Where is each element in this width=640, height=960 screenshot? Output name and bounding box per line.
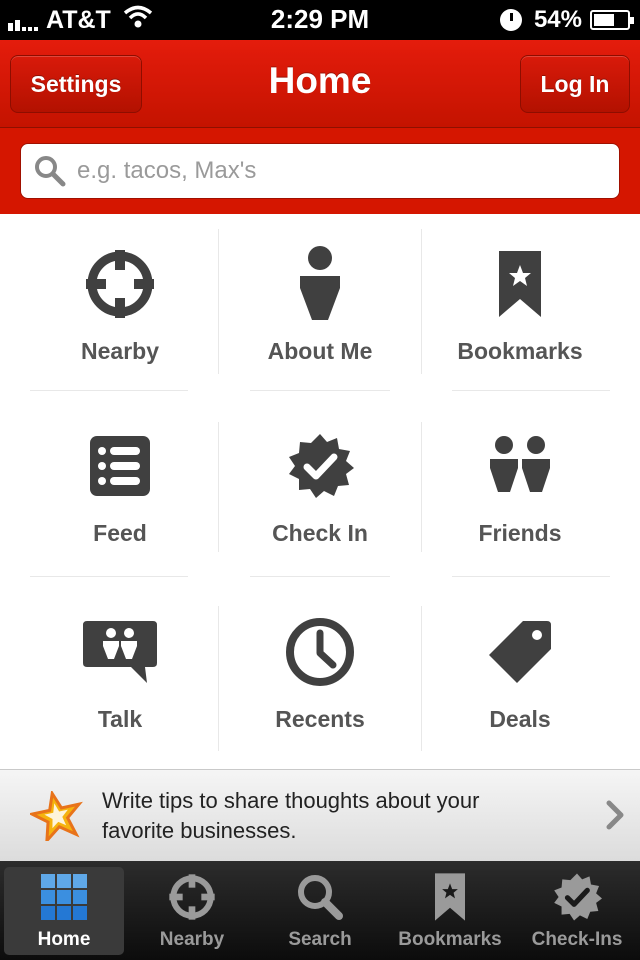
search-box[interactable] bbox=[20, 143, 620, 199]
talk-bubble-icon bbox=[81, 612, 159, 692]
grid-item-label: Nearby bbox=[81, 338, 159, 364]
divider bbox=[250, 576, 390, 577]
nav-bar: Settings Home Log In bbox=[0, 40, 640, 128]
search-icon bbox=[295, 867, 345, 927]
tab-bar: Home Nearby Search Bookmarks Check-Ins bbox=[0, 861, 640, 960]
grid-item-label: Deals bbox=[489, 706, 551, 732]
bookmark-icon bbox=[433, 867, 467, 927]
divider bbox=[30, 576, 188, 577]
tab-label: Search bbox=[288, 929, 352, 950]
clock-icon bbox=[285, 612, 355, 692]
search-input[interactable] bbox=[77, 157, 577, 185]
home-grid: Nearby About Me Bookmarks Feed Check In … bbox=[0, 214, 640, 769]
list-icon bbox=[89, 426, 151, 506]
status-right: 54% bbox=[499, 5, 634, 35]
crosshair-icon bbox=[84, 244, 156, 324]
crosshair-icon bbox=[168, 867, 216, 927]
tab-bookmarks[interactable]: Bookmarks bbox=[388, 867, 512, 955]
divider bbox=[30, 390, 188, 391]
tab-label: Nearby bbox=[159, 929, 225, 950]
grid-item-about-me[interactable]: About Me bbox=[220, 244, 420, 365]
grid-item-label: Friends bbox=[478, 520, 562, 546]
person-icon bbox=[298, 244, 342, 324]
divider bbox=[452, 576, 610, 577]
grid-item-check-in[interactable]: Check In bbox=[220, 426, 420, 547]
battery-percent: 54% bbox=[533, 6, 582, 33]
grid-item-nearby[interactable]: Nearby bbox=[20, 244, 220, 365]
chevron-right-icon bbox=[606, 800, 624, 830]
tab-check-ins[interactable]: Check-Ins bbox=[516, 867, 638, 955]
grid-item-label: Feed bbox=[93, 520, 147, 546]
grid-item-feed[interactable]: Feed bbox=[20, 426, 220, 547]
battery-icon bbox=[590, 10, 634, 30]
tab-home[interactable]: Home bbox=[4, 867, 124, 955]
grid-icon bbox=[40, 867, 88, 927]
tab-search[interactable]: Search bbox=[258, 867, 382, 955]
bookmark-icon bbox=[497, 244, 543, 324]
tip-text: Write tips to share thoughts about your … bbox=[102, 787, 480, 843]
divider bbox=[452, 390, 610, 391]
alarm-icon bbox=[499, 9, 522, 31]
tab-label: Bookmarks bbox=[398, 929, 502, 950]
search-icon bbox=[33, 154, 67, 188]
friends-icon bbox=[488, 426, 552, 506]
tip-banner[interactable]: Write tips to share thoughts about your … bbox=[0, 769, 640, 861]
grid-item-friends[interactable]: Friends bbox=[420, 426, 620, 547]
page-title: Home bbox=[268, 60, 372, 101]
checkin-badge-icon bbox=[552, 867, 602, 927]
settings-button[interactable]: Settings bbox=[10, 55, 142, 113]
grid-item-label: Check In bbox=[272, 520, 368, 546]
grid-item-deals[interactable]: Deals bbox=[420, 612, 620, 733]
grid-item-label: Recents bbox=[275, 706, 365, 732]
grid-item-recents[interactable]: Recents bbox=[220, 612, 420, 733]
tab-nearby[interactable]: Nearby bbox=[130, 867, 254, 955]
grid-item-talk[interactable]: Talk bbox=[20, 612, 220, 733]
login-button[interactable]: Log In bbox=[520, 55, 630, 113]
status-bar: AT&T 2:29 PM 54% bbox=[0, 0, 640, 40]
tag-icon bbox=[487, 612, 553, 692]
grid-item-label: About Me bbox=[267, 338, 373, 364]
divider bbox=[250, 390, 390, 391]
grid-item-label: Talk bbox=[97, 706, 143, 732]
tab-label: Home bbox=[37, 929, 91, 950]
tab-label: Check-Ins bbox=[531, 929, 623, 950]
grid-item-bookmarks[interactable]: Bookmarks bbox=[420, 244, 620, 365]
grid-item-label: Bookmarks bbox=[457, 338, 583, 364]
search-area bbox=[0, 128, 640, 214]
checkin-badge-icon bbox=[286, 426, 354, 506]
star-icon bbox=[30, 790, 84, 841]
